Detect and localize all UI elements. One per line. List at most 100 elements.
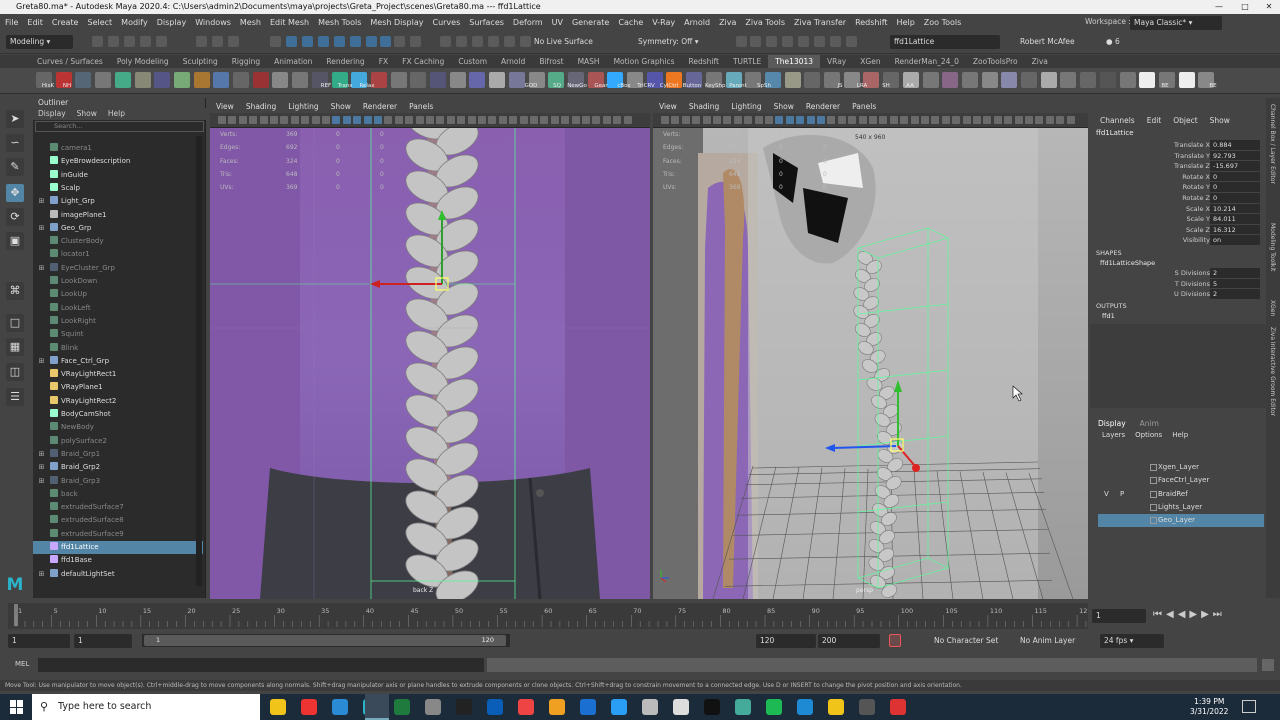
shelf-tool-icon[interactable] (292, 72, 309, 88)
shelf-tool-icon[interactable] (213, 72, 230, 88)
workspace-dropdown[interactable]: Maya Classic* ▾ (1130, 16, 1222, 30)
shelf-tool-icon[interactable] (233, 72, 249, 88)
current-frame-field[interactable]: 1 (1092, 609, 1146, 623)
viewport-toolbar-icon[interactable] (394, 116, 403, 124)
viewport-toolbar-icon[interactable] (941, 116, 950, 124)
outliner-item[interactable]: BodyCamShot (33, 408, 203, 421)
viewport-toolbar-icon[interactable] (858, 116, 867, 124)
viewport-toolbar-icon[interactable] (993, 116, 1002, 124)
shape-attr-value[interactable]: 2 (1210, 289, 1260, 299)
character-set-dropdown[interactable]: No Character Set (930, 634, 1010, 648)
shelf-tool-icon[interactable] (1060, 72, 1077, 88)
viewport-toolbar-icon[interactable] (290, 116, 299, 124)
channel-attr-value[interactable]: 84.011 (1210, 214, 1260, 224)
viewport-toolbar-icon[interactable] (1045, 116, 1054, 124)
viewport-toolbar-icon[interactable] (952, 116, 961, 124)
layer-row[interactable]: Xgen_Layer (1098, 461, 1264, 474)
shelf-tool-icon[interactable] (1139, 72, 1156, 88)
viewport-toolbar-icon[interactable] (806, 116, 815, 124)
menu-surfaces[interactable]: Surfaces (469, 18, 504, 27)
minimize-icon[interactable]: — (1206, 0, 1232, 14)
single-layout-icon[interactable]: □ (6, 314, 24, 332)
viewport-menu-view[interactable]: View (659, 101, 677, 113)
taskbar-app-icon[interactable] (456, 699, 472, 715)
layer-tab-display[interactable]: Display (1098, 419, 1126, 428)
status-tool-icon[interactable] (92, 36, 103, 47)
status-tool-icon[interactable] (488, 36, 499, 47)
side-tab[interactable]: Ziva Interactive Groom Editor (1269, 327, 1276, 416)
layer-menu-help[interactable]: Help (1172, 431, 1188, 439)
menu-generate[interactable]: Generate (572, 18, 609, 27)
taskbar-app-icon[interactable] (332, 699, 348, 715)
viewport-toolbar-icon[interactable] (519, 116, 528, 124)
shape-attr-value[interactable]: 2 (1210, 268, 1260, 278)
viewport-toolbar-icon[interactable] (405, 116, 414, 124)
status-tool-icon[interactable] (350, 36, 361, 47)
outliner-item[interactable]: ⊞ defaultLightSet (33, 568, 203, 581)
outliner-menu-display[interactable]: Display (38, 108, 66, 120)
outliner-item[interactable]: extrudedSurface9 (33, 528, 203, 541)
viewport-toolbar-icon[interactable] (744, 116, 753, 124)
shelf-tab-motion-graphics[interactable]: Motion Graphics (607, 55, 682, 68)
outliner-item[interactable]: extrudedSurface7 (33, 501, 203, 514)
shelf-tool-icon[interactable] (804, 72, 821, 88)
notification-icon[interactable] (1242, 700, 1256, 713)
fps-dropdown[interactable]: 24 fps ▾ (1100, 634, 1164, 648)
shelf-tab-bifrost[interactable]: Bifrost (532, 55, 570, 68)
viewport-toolbar-icon[interactable] (249, 116, 258, 124)
viewport-toolbar-icon[interactable] (353, 116, 362, 124)
shelf-tool-icon[interactable] (173, 72, 190, 88)
time-slider[interactable]: 1 5 10 15 20 25 30 35 40 45 50 55 60 65 70 75 80 85 90 95 10… (0, 601, 1280, 631)
close-icon[interactable]: ✕ (1256, 0, 1280, 14)
range-bar[interactable]: 1 120 (142, 634, 510, 647)
status-tool-icon[interactable] (456, 36, 467, 47)
shelf-tab-poly-modeling[interactable]: Poly Modeling (110, 55, 176, 68)
viewport-toolbar-icon[interactable] (723, 116, 732, 124)
channel-attr-row[interactable]: Translate Y 92.793 (1090, 150, 1266, 162)
viewport-toolbar-icon[interactable] (1025, 116, 1033, 124)
shelf-tool-icon[interactable] (390, 72, 407, 88)
shelf-tab-rendering[interactable]: Rendering (319, 55, 371, 68)
shelf-tab-vray[interactable]: VRay (820, 55, 853, 68)
viewport-toolbar-icon[interactable] (530, 116, 538, 124)
menu-curves[interactable]: Curves (432, 18, 460, 27)
viewport-toolbar-icon[interactable] (478, 116, 486, 124)
outliner-item[interactable]: polySurface2 (33, 435, 203, 448)
shelf-tool-icon[interactable] (942, 72, 959, 88)
shape-attr-row[interactable]: T Divisions 5 (1090, 278, 1266, 290)
taskbar-app-icon[interactable] (549, 699, 565, 715)
status-tool-icon[interactable] (334, 36, 345, 47)
layer-menu-options[interactable]: Options (1135, 431, 1162, 439)
status-tool-icon[interactable] (380, 36, 391, 47)
viewport-toolbar-icon[interactable] (322, 116, 330, 124)
side-tab[interactable]: Modeling Toolkit (1269, 223, 1276, 271)
viewport-toolbar-icon[interactable] (754, 116, 763, 124)
menu-ziva-tools[interactable]: Ziva Tools (745, 18, 785, 27)
viewport-toolbar-icon[interactable] (218, 116, 226, 124)
viewport-toolbar-icon[interactable] (848, 116, 857, 124)
outliner-item[interactable]: ⊞ Braid_Grp3 (33, 475, 203, 488)
expand-icon[interactable]: ⊞ (33, 355, 50, 368)
object-name-field[interactable]: ffd1Lattice (890, 35, 1000, 49)
status-tool-icon[interactable] (270, 36, 281, 47)
layer-color-swatch[interactable] (1150, 477, 1157, 485)
outliner-item[interactable]: imagePlane1 (33, 209, 203, 222)
script-editor-icon[interactable] (1262, 659, 1274, 671)
menu-ziva[interactable]: Ziva (719, 18, 736, 27)
shape-attr-row[interactable]: U Divisions 2 (1090, 289, 1266, 300)
menu-edit-mesh[interactable]: Edit Mesh (270, 18, 309, 27)
layer-color-swatch[interactable] (1150, 490, 1157, 498)
menu-windows[interactable]: Windows (195, 18, 231, 27)
channel-attr-value[interactable]: on (1210, 235, 1260, 245)
channel-menu-object[interactable]: Object (1173, 116, 1197, 125)
system-clock[interactable]: 1:39 PM 3/31/2022 (1190, 697, 1228, 717)
outliner-item[interactable]: extrudedSurface8 (33, 514, 203, 527)
menu-file[interactable]: File (5, 18, 18, 27)
channel-attr-value[interactable]: 92.793 (1210, 150, 1260, 161)
expand-icon[interactable]: ⊞ (33, 475, 50, 488)
shelf-tool-icon[interactable] (75, 72, 92, 88)
viewport-toolbar-icon[interactable] (661, 116, 669, 124)
viewport-toolbar-icon[interactable] (785, 116, 794, 124)
channel-object-name[interactable]: ffd1Lattice (1096, 129, 1134, 137)
taskbar-app-icon[interactable] (425, 699, 441, 715)
